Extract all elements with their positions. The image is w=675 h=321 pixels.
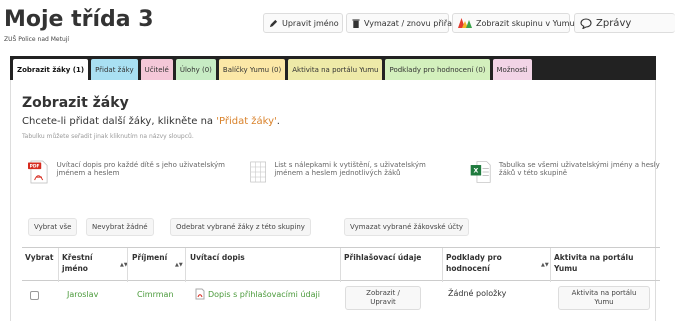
tab-assignments[interactable]: Úlohy (0) [175, 59, 216, 80]
table-row: Jaroslav Cimrman Dopis s přihlašovacími … [22, 281, 660, 321]
sort-icon[interactable]: ▲▼ [175, 262, 183, 268]
col-first-name[interactable]: Křestní jméno [62, 252, 110, 274]
yumu-logo-icon [458, 18, 472, 28]
delete-reassign-button[interactable]: Vymazat / znovu přiřadit [346, 13, 462, 33]
tab-portal-activity[interactable]: Aktivita na portálu Yumu [288, 59, 383, 80]
trash-icon [352, 18, 360, 28]
row-select-checkbox[interactable] [30, 291, 39, 300]
portal-activity-button[interactable]: Aktivita na portálu Yumu [558, 286, 650, 310]
remove-selected-button[interactable]: Odebrat vybrané žáky z této skupiny [170, 218, 311, 236]
sort-icon[interactable]: ▲▼ [541, 262, 549, 268]
delete-accounts-button[interactable]: Vymazat vybrané žákovské účty [344, 218, 469, 236]
intro-text: Chcete-li přidat další žáky, klikněte na… [22, 116, 280, 127]
tab-yumu-packages[interactable]: Balíčky Yumu (0) [218, 59, 286, 80]
section-heading: Zobrazit žáky [22, 95, 129, 111]
grading-cell: Žádné položky [448, 289, 507, 298]
welcome-letter-link[interactable]: Dopis s přihlašovacími údaji [208, 290, 320, 299]
table-header: Vybrat Křestní jméno ▲▼ Příjmení ▲▼ Uvít… [22, 247, 660, 282]
col-portal-activity[interactable]: Aktivita na portálu Yumu [554, 252, 654, 274]
school-subtitle: ZUŠ Police nad Metují [4, 36, 70, 43]
add-students-link[interactable]: 'Přidat žáky' [216, 116, 277, 127]
col-grading-materials[interactable]: Podklady pro hodnocení [446, 252, 536, 274]
svg-text:PDF: PDF [30, 164, 40, 170]
svg-text:X: X [474, 168, 479, 175]
last-name-cell[interactable]: Cimrman [137, 290, 174, 299]
print-option-spreadsheet[interactable]: X Tabulka se všemi uživatelskými jmény a… [470, 155, 660, 193]
messages-button[interactable]: Zprávy [574, 13, 675, 33]
print-option-labels[interactable]: List s nálepkami k vytištění, s uživatel… [250, 155, 450, 193]
spreadsheet-icon: X [470, 161, 491, 183]
select-all-button[interactable]: Vybrat vše [28, 218, 78, 236]
pencil-icon [269, 19, 278, 27]
tab-teachers[interactable]: Učitelé [140, 59, 173, 80]
print-option-letter[interactable]: PDF Uvítací dopis pro každé dítě s jeho … [28, 155, 228, 193]
show-group-in-yumu-button[interactable]: Zobrazit skupinu v Yumu [452, 13, 575, 33]
speech-bubble-icon [580, 17, 592, 29]
sort-hint: Tabulku můžete seřadit jinak kliknutím n… [22, 133, 194, 140]
select-none-button[interactable]: Nevybrat žádné [86, 218, 154, 236]
col-select[interactable]: Vybrat [25, 252, 53, 263]
rename-button[interactable]: Upravit jméno [263, 13, 343, 33]
tab-add-students[interactable]: Přidat žáky [91, 59, 138, 80]
page-title: Moje třída 3 [4, 7, 154, 32]
tab-options[interactable]: Možnosti [492, 59, 532, 80]
first-name-cell[interactable]: Jaroslav [67, 290, 98, 299]
tab-show-students[interactable]: Zobrazit žáky (1) [13, 59, 89, 80]
tab-bar: Zobrazit žáky (1) Přidat žáky Učitelé Úl… [10, 56, 656, 80]
tab-grading-materials[interactable]: Podklady pro hodnocení (0) [385, 59, 490, 80]
pdf-icon: PDF [28, 160, 48, 184]
col-login-details[interactable]: Přihlašovací údaje [344, 252, 421, 263]
view-edit-login-button[interactable]: Zobrazit / Upravit [345, 286, 421, 310]
label-sheet-icon [250, 161, 266, 183]
col-last-name[interactable]: Příjmení [132, 252, 167, 263]
pdf-icon [195, 288, 205, 300]
col-welcome-letter[interactable]: Uvítací dopis [190, 252, 245, 263]
